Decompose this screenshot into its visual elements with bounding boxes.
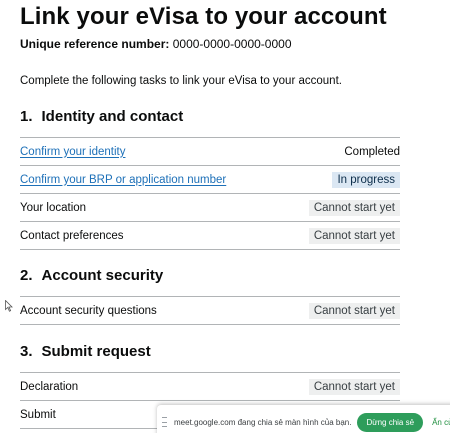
screen-share-message: meet.google.com đang chia sẻ màn hình củ… [174, 417, 352, 427]
task-name-location: Your location [20, 201, 87, 214]
task-name-security-questions: Account security questions [20, 304, 157, 317]
status-badge: Completed [344, 145, 400, 158]
task-row-confirm-brp: Confirm your BRP or application number I… [20, 166, 400, 194]
section-number: 3. [20, 343, 33, 360]
task-list-account-security: Account security questions Cannot start … [20, 296, 400, 325]
task-list-identity: Confirm your identity Completed Confirm … [20, 137, 400, 250]
reference-value: 0000-0000-0000-0000 [172, 37, 292, 51]
drag-handle-icon[interactable] [162, 417, 167, 427]
status-badge: Cannot start yet [308, 378, 400, 395]
task-name-submit: Submit [20, 408, 56, 421]
section-title: Submit request [41, 343, 151, 360]
section-heading-account-security: 2. Account security [20, 267, 163, 284]
page-title: Link your eVisa to your account [20, 3, 387, 30]
task-row-declaration: Declaration Cannot start yet [20, 373, 400, 401]
section-title: Identity and contact [41, 108, 184, 125]
mouse-cursor-icon [5, 300, 13, 312]
task-name-declaration: Declaration [20, 380, 79, 393]
task-row-security-questions: Account security questions Cannot start … [20, 297, 400, 325]
hide-window-button[interactable]: Ẩn cửa sổ [432, 418, 450, 427]
evisa-task-list-page: Link your eVisa to your account Unique r… [0, 0, 450, 433]
section-title: Account security [41, 267, 164, 284]
status-badge: In progress [332, 171, 400, 188]
intro-text: Complete the following tasks to link you… [20, 75, 342, 87]
task-name-contact-preferences: Contact preferences [20, 229, 124, 242]
section-number: 1. [20, 108, 33, 125]
screen-share-notification-bar: meet.google.com đang chia sẻ màn hình củ… [157, 405, 450, 433]
reference-number: Unique reference number: 0000-0000-0000-… [20, 37, 292, 51]
stop-sharing-button[interactable]: Dừng chia sẻ [357, 412, 424, 432]
status-badge: Cannot start yet [308, 227, 400, 244]
task-row-confirm-identity: Confirm your identity Completed [20, 138, 400, 166]
confirm-identity-link[interactable]: Confirm your identity [20, 146, 125, 158]
section-heading-submit-request: 3. Submit request [20, 343, 151, 360]
task-row-contact-preferences: Contact preferences Cannot start yet [20, 222, 400, 250]
confirm-brp-link[interactable]: Confirm your BRP or application number [20, 174, 226, 186]
section-heading-identity: 1. Identity and contact [20, 108, 183, 125]
status-badge: Cannot start yet [308, 199, 400, 216]
status-badge: Cannot start yet [308, 302, 400, 319]
reference-label: Unique reference number: [20, 37, 170, 51]
section-number: 2. [20, 267, 33, 284]
task-row-location: Your location Cannot start yet [20, 194, 400, 222]
